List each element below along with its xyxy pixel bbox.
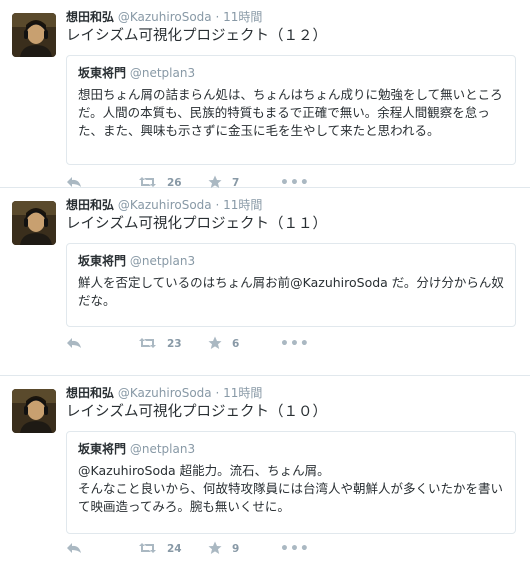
quote-text: @KazuhiroSoda 超能力。流石、ちょん屑。 そんなこと良いから、何故特… (78, 462, 507, 516)
retweet-icon (138, 337, 157, 352)
tweet[interactable]: 想田和弘 @KazuhiroSoda · 11時間 レイシズム可視化プロジェクト… (0, 0, 530, 191)
tweet-timestamp[interactable]: 11時間 (223, 198, 262, 212)
tweet-timestamp[interactable]: 11時間 (223, 10, 262, 24)
favorite-button[interactable]: 9 (208, 539, 239, 559)
quoted-tweet[interactable]: 坂東将門 @netplan3 @KazuhiroSoda 超能力。流石、ちょん屑… (66, 431, 516, 534)
separator-dot: · (215, 386, 220, 400)
author-username[interactable]: @KazuhiroSoda (118, 198, 212, 212)
favorite-count: 6 (232, 338, 240, 350)
timeline: 想田和弘 @KazuhiroSoda · 11時間 レイシズム可視化プロジェクト… (0, 0, 530, 566)
quote-header: 坂東将門 @netplan3 (78, 253, 195, 269)
tweet[interactable]: 想田和弘 @KazuhiroSoda · 11時間 レイシズム可視化プロジェクト… (0, 188, 530, 376)
quote-text-line: そんなこと良いから、何故特攻隊員には台湾人や朝鮮人が多くいたかを書い (78, 481, 504, 496)
tweet-timestamp[interactable]: 11時間 (223, 386, 262, 400)
more-button[interactable]: ••• (280, 334, 310, 354)
retweet-button[interactable]: 23 (138, 334, 182, 354)
quote-text-line: て映画造ってみろ。腕も無いくせに。 (78, 499, 290, 514)
quote-author-username: @netplan3 (129, 442, 196, 456)
tweet[interactable]: 想田和弘 @KazuhiroSoda · 11時間 レイシズム可視化プロジェクト… (0, 376, 530, 566)
tweet-header: 想田和弘 @KazuhiroSoda · 11時間 (66, 9, 262, 25)
author-username[interactable]: @KazuhiroSoda (118, 386, 212, 400)
retweet-count: 24 (167, 543, 182, 555)
retweet-icon (138, 542, 157, 557)
tweet-text: レイシズム可視化プロジェクト（１２） (66, 28, 327, 44)
reply-button[interactable] (66, 334, 82, 354)
quote-text-line: @KazuhiroSoda 超能力。流石、ちょん屑。 (78, 463, 330, 478)
quoted-tweet[interactable]: 坂東将門 @netplan3 想田ちょん屑の詰まらん処は、ちょんはちょん成りに勉… (66, 55, 516, 165)
quote-text-line: だな。 (78, 293, 116, 308)
quote-text-line: だ。人間の本質も、民族的特質もまるで正確で無い。余程人間観察を怠っ (78, 105, 490, 120)
tweet-text: レイシズム可視化プロジェクト（１１） (66, 216, 327, 232)
author-fullname[interactable]: 想田和弘 (66, 198, 114, 212)
quote-header: 坂東将門 @netplan3 (78, 65, 195, 81)
quoted-tweet[interactable]: 坂東将門 @netplan3 鮮人を否定しているのはちょん屑お前@Kazuhir… (66, 243, 516, 327)
quote-author-username: @netplan3 (129, 254, 196, 268)
tweet-text: レイシズム可視化プロジェクト（１０） (66, 404, 327, 420)
tweet-actions: 23 6 ••• (66, 334, 366, 354)
quote-text-line: 想田ちょん屑の詰まらん処は、ちょんはちょん成りに勉強をして無いところ (78, 87, 503, 102)
retweet-button[interactable]: 24 (138, 539, 182, 559)
quote-text-line: た、また、興味も示さずに金玉に毛を生やして来たと思われる。 (78, 123, 440, 138)
quote-author-fullname: 坂東将門 (78, 66, 127, 80)
favorite-count: 9 (232, 543, 240, 555)
more-icon: ••• (280, 336, 310, 352)
quote-text-line: 鮮人を否定しているのはちょん屑お前@KazuhiroSoda だ。分け分からん奴 (78, 275, 504, 290)
author-fullname[interactable]: 想田和弘 (66, 10, 114, 24)
quote-text: 鮮人を否定しているのはちょん屑お前@KazuhiroSoda だ。分け分からん奴… (78, 274, 507, 310)
author-fullname[interactable]: 想田和弘 (66, 386, 114, 400)
reply-icon (66, 337, 82, 352)
reply-icon (66, 542, 82, 557)
more-icon: ••• (280, 541, 310, 557)
star-icon (208, 336, 222, 353)
separator-dot: · (215, 198, 220, 212)
avatar[interactable] (12, 201, 56, 245)
quote-author-fullname: 坂東将門 (78, 254, 127, 268)
avatar[interactable] (12, 13, 56, 57)
tweet-header: 想田和弘 @KazuhiroSoda · 11時間 (66, 197, 262, 213)
retweet-count: 23 (167, 338, 182, 350)
star-icon (208, 541, 222, 558)
tweet-header: 想田和弘 @KazuhiroSoda · 11時間 (66, 385, 262, 401)
quote-header: 坂東将門 @netplan3 (78, 441, 195, 457)
avatar[interactable] (12, 389, 56, 433)
quote-author-fullname: 坂東将門 (78, 442, 127, 456)
favorite-button[interactable]: 6 (208, 334, 239, 354)
separator-dot: · (215, 10, 220, 24)
quote-author-username: @netplan3 (129, 66, 196, 80)
author-username[interactable]: @KazuhiroSoda (118, 10, 212, 24)
more-button[interactable]: ••• (280, 539, 310, 559)
reply-button[interactable] (66, 539, 82, 559)
quote-text: 想田ちょん屑の詰まらん処は、ちょんはちょん成りに勉強をして無いところ だ。人間の… (78, 86, 507, 140)
tweet-actions: 24 9 ••• (66, 539, 366, 559)
